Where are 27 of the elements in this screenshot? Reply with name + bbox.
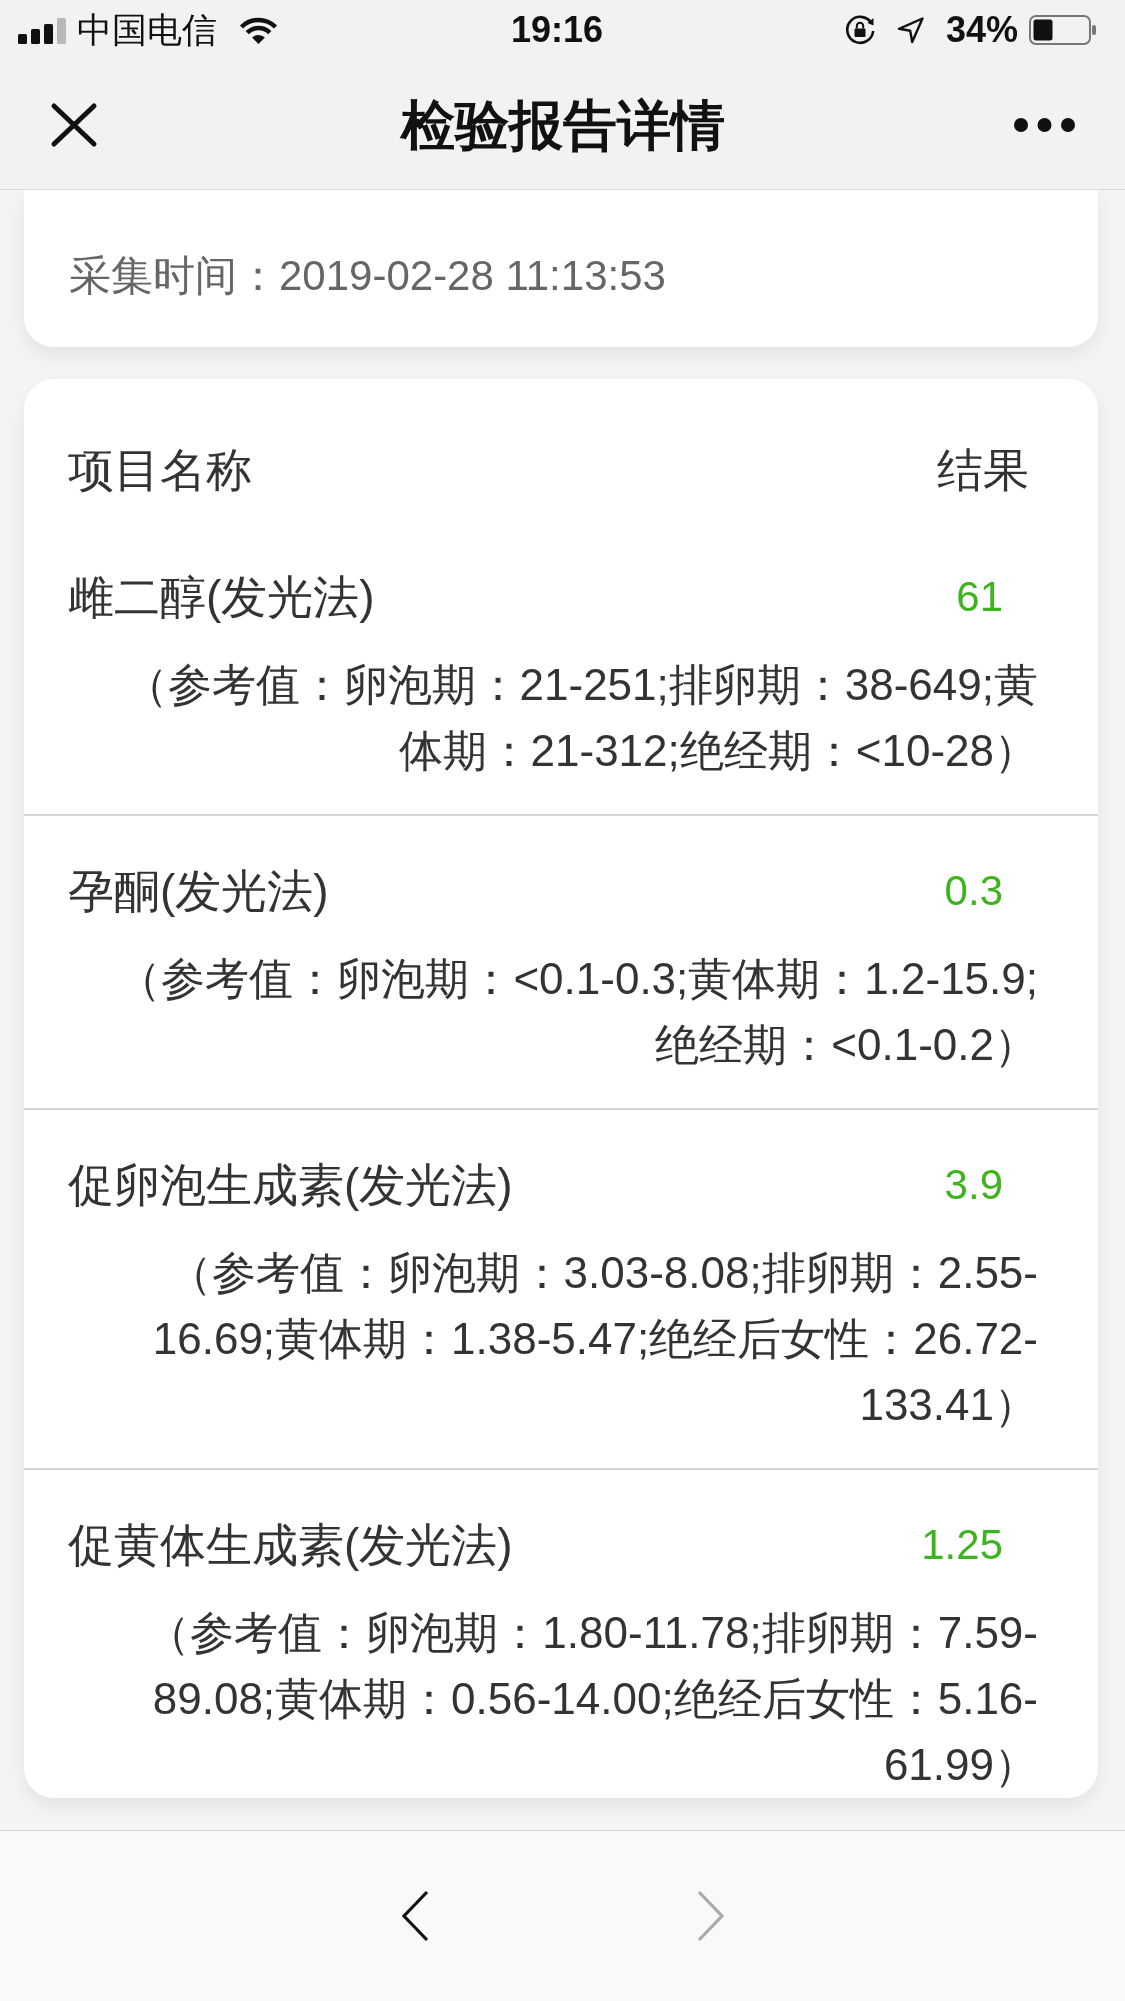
status-time: 19:16	[510, 10, 604, 50]
result-value: 3.9	[944, 1160, 1003, 1210]
carrier-name: 中国电信	[77, 10, 217, 50]
item-name: 雌二醇(发光法)	[68, 570, 375, 625]
more-icon	[1014, 117, 1075, 132]
column-header: 结果	[937, 443, 1029, 498]
result-value: 1.25	[921, 1520, 1003, 1570]
signal-icon	[18, 18, 66, 44]
item-name: 孕酮(发光法)	[68, 864, 329, 919]
page-title: 检验报告详情	[400, 93, 725, 157]
info-field: 采集时间：2019-02-28 11:13:53	[69, 235, 1053, 317]
location-arrow-icon	[896, 16, 924, 44]
chevron-right-icon	[696, 1890, 725, 1942]
column-header: 项目名称	[68, 443, 252, 498]
reference-range: （参考值：卵泡期：1.80-11.78;排卵期：7.59-89.08;黄体期：0.56-14.00;绝经后女性：5.16-61.99）	[145, 1607, 1038, 1791]
reference-range: （参考值：卵泡期：3.03-8.08;排卵期：2.55-16.69;黄体期：1.38-5.47;绝经后女性：26.72-133.41）	[151, 1247, 1038, 1431]
battery-icon	[1029, 15, 1096, 45]
orientation-lock-icon	[843, 14, 876, 46]
reference-range: （参考值：卵泡期：21-251;排卵期：38-649;黄体期：21-312;绝经期：<10-28）	[122, 659, 1038, 777]
reference-range: （参考值：卵泡期：<0.1-0.3;黄体期：1.2-15.9;绝经期：<0.1-0.2）	[116, 953, 1038, 1071]
chevron-left-icon	[400, 1890, 429, 1942]
result-value: 0.3	[944, 866, 1003, 916]
battery-percentage: 34%	[945, 10, 1018, 50]
item-name: 促黄体生成素(发光法)	[68, 1518, 513, 1573]
result-value: 61	[956, 572, 1003, 622]
close-icon	[50, 101, 98, 148]
item-name: 促卵泡生成素(发光法)	[68, 1158, 513, 1213]
